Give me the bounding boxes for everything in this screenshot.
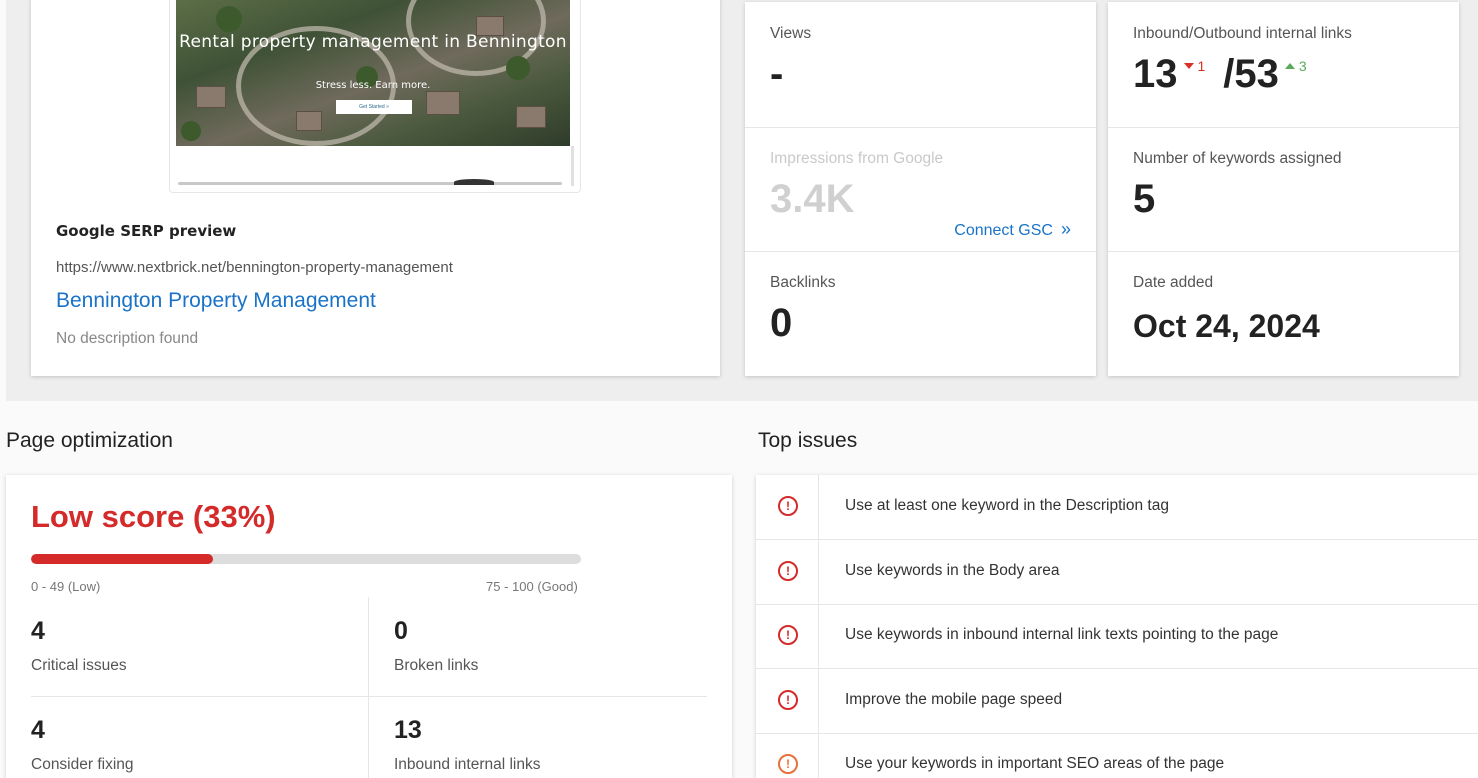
alert-circle-icon: !: [778, 496, 798, 516]
serp-title-link[interactable]: Bennington Property Management: [56, 289, 376, 313]
thumbnail-scroll-handle: [454, 179, 494, 185]
impressions-value: 3.4K: [770, 177, 855, 221]
broken-links-label: Broken links: [394, 657, 479, 674]
date-added-value: Oct 24, 2024: [1133, 308, 1320, 344]
inbound-links-count: 13: [1133, 52, 1178, 96]
thumbnail-cta-button: Get Started »: [336, 100, 412, 114]
keywords-value: 5: [1133, 177, 1156, 221]
thumbnail-subheadline: Stress less. Earn more.: [315, 80, 431, 91]
issue-text: Use at least one keyword in the Descript…: [845, 497, 1169, 514]
score-range-good: 75 - 100 (Good): [486, 579, 578, 594]
issue-icon-cell: !: [756, 669, 819, 733]
impressions-label: Impressions from Google: [770, 150, 944, 167]
inbound-internal-links-count: 13: [394, 716, 422, 744]
consider-fixing-count: 4: [31, 716, 45, 744]
optimization-score-bar: [31, 554, 581, 564]
trend-down-icon: [1183, 63, 1194, 69]
issue-text: Use your keywords in important SEO areas…: [845, 755, 1225, 772]
inbound-links-delta: 1: [1183, 58, 1206, 74]
outbound-links-delta: 3: [1284, 58, 1307, 74]
backlinks-value: 0: [770, 301, 793, 345]
views-value: -: [770, 52, 784, 96]
top-issues-title: Top issues: [758, 429, 858, 452]
thumbnail-headline: Rental property management in Bennington: [179, 32, 567, 52]
alert-circle-icon: !: [778, 625, 798, 645]
internal-links-values: 13 1 /53 3: [1133, 52, 1325, 97]
inbound-delta-value: 1: [1197, 58, 1206, 74]
page-optimization-card: Low score (33%) 0 - 49 (Low) 75 - 100 (G…: [6, 475, 732, 778]
optimization-score-fill: [31, 554, 213, 564]
issue-row[interactable]: ! Use keywords in the Body area: [756, 540, 1478, 605]
broken-links-count: 0: [394, 617, 408, 645]
stats-vertical-divider: [368, 597, 369, 778]
page-thumbnail-image: Rental property management in Bennington…: [176, 0, 570, 146]
issue-row[interactable]: ! Use keywords in inbound internal link …: [756, 604, 1478, 669]
views-label: Views: [770, 25, 812, 42]
alert-circle-icon: !: [778, 690, 798, 710]
issue-row[interactable]: ! Improve the mobile page speed: [756, 669, 1478, 734]
double-chevron-right-icon: »: [1060, 219, 1071, 239]
outbound-links-count: /53: [1223, 52, 1279, 96]
page-optimization-title: Page optimization: [6, 429, 173, 452]
serp-url: https://www.nextbrick.net/bennington-pro…: [56, 259, 453, 276]
internal-links-metric: Inbound/Outbound internal links 13 1 /53…: [1108, 2, 1459, 128]
warning-circle-icon: !: [778, 754, 798, 774]
outbound-delta-value: 3: [1298, 58, 1307, 74]
issue-icon-cell: !: [756, 733, 819, 778]
issue-text: Use keywords in the Body area: [845, 562, 1060, 579]
backlinks-metric: Backlinks 0: [745, 252, 1096, 376]
date-added-metric: Date added Oct 24, 2024: [1108, 252, 1459, 376]
issue-icon-cell: !: [756, 475, 819, 539]
alert-circle-icon: !: [778, 561, 798, 581]
thumbnail-vertical-scrollbar: [571, 146, 574, 186]
issue-text: Use keywords in inbound internal link te…: [845, 626, 1279, 643]
issue-text: Improve the mobile page speed: [845, 691, 1063, 708]
date-added-label: Date added: [1133, 274, 1214, 291]
connect-gsc-label: Connect GSC: [954, 222, 1053, 239]
issue-icon-cell: !: [756, 604, 819, 668]
issue-icon-cell: !: [756, 540, 819, 604]
issue-row[interactable]: ! Use at least one keyword in the Descri…: [756, 475, 1478, 540]
serp-description: No description found: [56, 330, 199, 347]
page-thumbnail-frame: Rental property management in Bennington…: [169, 0, 581, 193]
optimization-score-label: Low score (33%): [31, 499, 276, 534]
backlinks-label: Backlinks: [770, 274, 836, 291]
keywords-metric: Number of keywords assigned 5: [1108, 128, 1459, 252]
internal-links-label: Inbound/Outbound internal links: [1133, 25, 1352, 42]
connect-gsc-link[interactable]: Connect GSC »: [954, 219, 1071, 240]
serp-preview-heading: Google SERP preview: [56, 222, 237, 240]
score-range-low: 0 - 49 (Low): [31, 579, 101, 594]
critical-issues-count: 4: [31, 617, 45, 645]
critical-issues-label: Critical issues: [31, 657, 127, 674]
stats-horizontal-divider: [31, 696, 707, 697]
consider-fixing-label: Consider fixing: [31, 756, 134, 773]
trend-up-icon: [1284, 63, 1295, 69]
keywords-label: Number of keywords assigned: [1133, 150, 1342, 167]
page-preview-card: Rental property management in Bennington…: [31, 0, 720, 376]
thumbnail-horizontal-scrollbar: [178, 182, 562, 185]
top-issues-card: ! Use at least one keyword in the Descri…: [756, 475, 1478, 778]
views-metric: Views -: [745, 2, 1096, 128]
impressions-metric: Impressions from Google 3.4K Connect GSC…: [745, 128, 1096, 252]
issue-row[interactable]: ! Use your keywords in important SEO are…: [756, 733, 1478, 778]
inbound-internal-links-label: Inbound internal links: [394, 756, 541, 773]
